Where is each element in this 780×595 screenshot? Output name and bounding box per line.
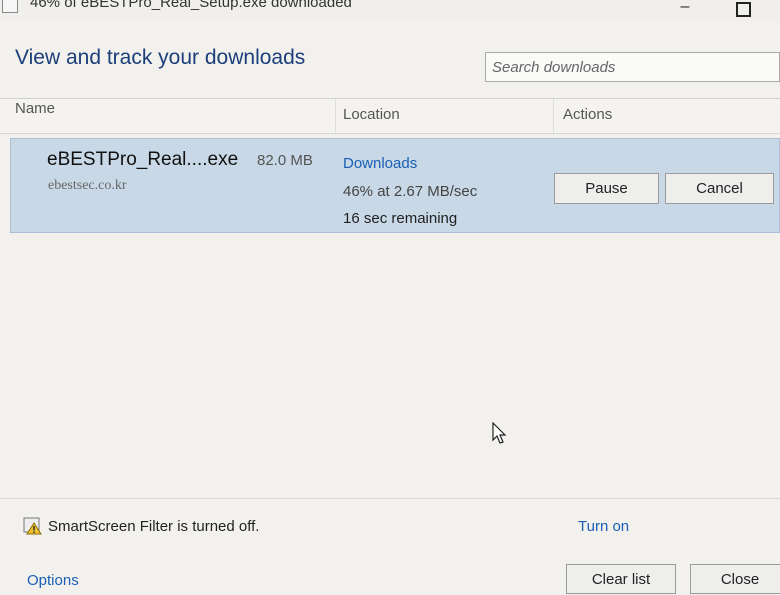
smartscreen-status-text: SmartScreen Filter is turned off.: [48, 518, 260, 535]
download-time-remaining: 16 sec remaining: [343, 210, 458, 227]
column-header-row: Name Location Actions: [0, 98, 780, 134]
download-filename: eBESTPro_Real....exe: [47, 149, 239, 170]
download-location-link[interactable]: Downloads: [343, 155, 417, 172]
column-header-location[interactable]: Location: [335, 99, 400, 133]
search-input[interactable]: [486, 53, 778, 81]
download-source: ebestsec.co.kr: [48, 178, 127, 193]
maximize-icon: [735, 2, 751, 17]
title-bar: 46% of eBESTPro_Real_Setup.exe downloade…: [0, 0, 780, 22]
minimize-button[interactable]: –: [670, 0, 700, 18]
maximize-button[interactable]: [728, 0, 758, 18]
download-size: 82.0 MB: [257, 152, 313, 169]
column-header-actions[interactable]: Actions: [553, 99, 612, 133]
page-title: View and track your downloads: [15, 46, 306, 69]
options-link[interactable]: Options: [27, 572, 79, 589]
download-row[interactable]: eBESTPro_Real....exe 82.0 MB ebestsec.co…: [10, 138, 780, 233]
mouse-cursor-icon: [492, 422, 507, 444]
footer-divider: [0, 498, 780, 499]
warning-shield-icon: [23, 517, 42, 535]
close-button[interactable]: Close: [690, 564, 780, 594]
download-progress-text: 46% at 2.67 MB/sec: [343, 183, 478, 200]
clear-list-button[interactable]: Clear list: [566, 564, 676, 594]
pause-button[interactable]: Pause: [554, 173, 659, 204]
search-box[interactable]: [485, 52, 780, 82]
window-title: 46% of eBESTPro_Real_Setup.exe downloade…: [30, 0, 352, 11]
cancel-button[interactable]: Cancel: [665, 173, 774, 204]
column-header-name[interactable]: Name: [15, 93, 55, 127]
turn-on-link[interactable]: Turn on: [578, 518, 629, 535]
window-icon: [2, 0, 18, 13]
